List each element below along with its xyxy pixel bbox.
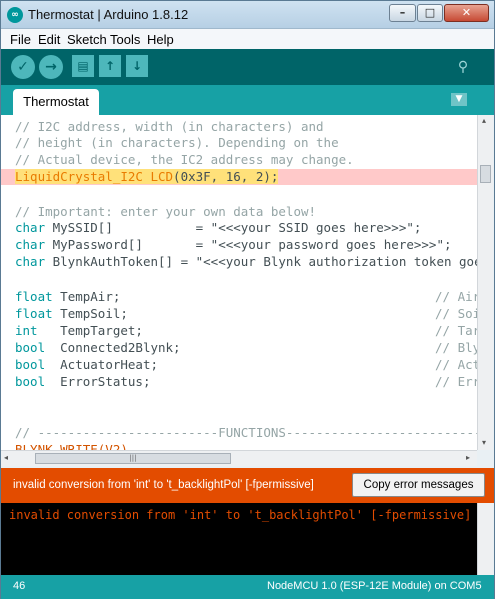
menu-edit[interactable]: Edit xyxy=(38,32,60,47)
code-line: bool Connected2Blynk; xyxy=(15,340,181,356)
code-token: MyPassword[] = "<<<your password goes he… xyxy=(45,237,452,252)
status-footer: 46 NodeMCU 1.0 (ESP-12E Module) on COM5 xyxy=(1,575,494,599)
code-keyword: char xyxy=(15,220,46,235)
code-line: char MySSID[] = "<<<your SSID goes here>… xyxy=(15,220,421,236)
code-comment: // Act xyxy=(435,357,477,372)
code-line: float TempAir; xyxy=(15,289,120,305)
tab-thermostat[interactable]: Thermostat xyxy=(13,89,99,115)
menu-help[interactable]: Help xyxy=(147,32,174,47)
code-token-type: LiquidCrystal_I2C LCD xyxy=(15,169,174,184)
editor-horizontal-scrollbar[interactable]: ◂ ||| ▸ xyxy=(1,450,477,466)
code-keyword: char xyxy=(15,254,46,269)
code-token: ErrorStatus; xyxy=(45,374,151,389)
editor-horizontal-scroll-thumb[interactable]: ||| xyxy=(35,453,231,464)
console-scrollbar[interactable] xyxy=(477,503,493,575)
code-line: // height (in characters). Depending on … xyxy=(15,135,339,150)
code-token: Connected2Blynk; xyxy=(45,340,181,355)
code-line: // ------------------------FUNCTIONS----… xyxy=(15,425,477,440)
output-console[interactable]: invalid conversion from 'int' to 't_back… xyxy=(1,503,477,575)
toolbar: ✓ → ▤ ↑ ↓ ⚲ xyxy=(1,49,494,85)
code-keyword: char xyxy=(15,237,46,252)
scroll-down-icon[interactable]: ▾ xyxy=(482,438,486,447)
code-line: char MyPassword[] = "<<<your password go… xyxy=(15,237,452,253)
copy-error-messages-button[interactable]: Copy error messages xyxy=(352,473,485,497)
tab-menu-icon[interactable]: ▼ xyxy=(451,93,467,106)
code-token: TempTarget; xyxy=(37,323,143,338)
new-sketch-icon[interactable]: ▤ xyxy=(72,55,94,77)
save-sketch-icon[interactable]: ↓ xyxy=(126,55,148,77)
code-line: float TempSoil; xyxy=(15,306,128,322)
code-line: // Important: enter your own data below! xyxy=(15,204,317,219)
maximize-button[interactable]: □ xyxy=(417,4,443,22)
open-sketch-icon[interactable]: ↑ xyxy=(99,55,121,77)
code-comment: // Bly xyxy=(435,340,477,355)
menu-file[interactable]: File xyxy=(10,32,31,47)
menu-sketch[interactable]: Sketch xyxy=(67,32,107,47)
scroll-up-icon[interactable]: ▴ xyxy=(482,116,486,125)
code-comment: // Air xyxy=(435,289,477,304)
code-keyword: int xyxy=(15,323,38,338)
code-keyword: float xyxy=(15,289,53,304)
code-token: TempSoil; xyxy=(52,306,128,321)
title-bar: ∞ Thermostat | Arduino 1.8.12 – □ ✕ xyxy=(1,1,494,29)
code-keyword: bool xyxy=(15,340,46,355)
code-keyword: bool xyxy=(15,357,46,372)
upload-icon[interactable]: → xyxy=(39,55,63,79)
code-token: MySSID[] = "<<<your SSID goes here>>>"; xyxy=(45,220,422,235)
code-editor[interactable]: // I2C address, width (in characters) an… xyxy=(1,115,477,450)
editor-vertical-scroll-thumb[interactable] xyxy=(480,165,491,183)
code-comment: // Err xyxy=(435,374,477,389)
code-keyword: float xyxy=(15,306,53,321)
code-line: bool ActuatorHeat; xyxy=(15,357,158,373)
code-line: // I2C address, width (in characters) an… xyxy=(15,119,324,134)
menu-bar: File Edit Sketch Tools Help xyxy=(1,29,494,49)
code-comment: // Tar xyxy=(435,323,477,338)
code-line: // Actual device, the IC2 address may ch… xyxy=(15,152,354,167)
arduino-ide-window: ∞ Thermostat | Arduino 1.8.12 – □ ✕ File… xyxy=(0,0,495,599)
board-port-info: NodeMCU 1.0 (ESP-12E Module) on COM5 xyxy=(267,580,482,592)
window-title: Thermostat | Arduino 1.8.12 xyxy=(28,7,189,22)
minimize-button[interactable]: – xyxy=(389,4,416,22)
code-line: BLYNK_WRITE(V2) xyxy=(15,442,128,450)
code-line-error: LiquidCrystal_I2C LCD(0x3F, 16, 2); xyxy=(15,169,279,185)
code-keyword: bool xyxy=(15,374,46,389)
line-number: 46 xyxy=(13,580,26,592)
serial-monitor-icon[interactable]: ⚲ xyxy=(451,56,475,78)
console-error-line: invalid conversion from 'int' to 't_back… xyxy=(9,508,472,522)
code-token: ActuatorHeat; xyxy=(45,357,158,372)
tab-bar: Thermostat ▼ xyxy=(1,85,494,115)
editor-vertical-scrollbar[interactable]: ▴ ▾ xyxy=(477,115,493,450)
arduino-logo-icon: ∞ xyxy=(7,7,23,23)
scroll-right-icon[interactable]: ▸ xyxy=(466,453,470,462)
code-line: int TempTarget; xyxy=(15,323,143,339)
verify-icon[interactable]: ✓ xyxy=(11,55,35,79)
error-message: invalid conversion from 'int' to 't_back… xyxy=(13,479,314,491)
code-token: TempAir; xyxy=(52,289,121,304)
error-status-bar: invalid conversion from 'int' to 't_back… xyxy=(1,468,494,503)
code-line: bool ErrorStatus; xyxy=(15,374,150,390)
menu-tools[interactable]: Tools xyxy=(110,32,140,47)
code-line: char BlynkAuthToken[] = "<<<your Blynk a… xyxy=(15,254,477,270)
scroll-left-icon[interactable]: ◂ xyxy=(4,453,8,462)
code-comment: // Soi xyxy=(435,306,477,321)
close-button[interactable]: ✕ xyxy=(444,4,489,22)
code-token: BlynkAuthToken[] = "<<<your Blynk author… xyxy=(45,254,477,269)
code-token: (0x3F, 16, 2); xyxy=(173,169,279,184)
